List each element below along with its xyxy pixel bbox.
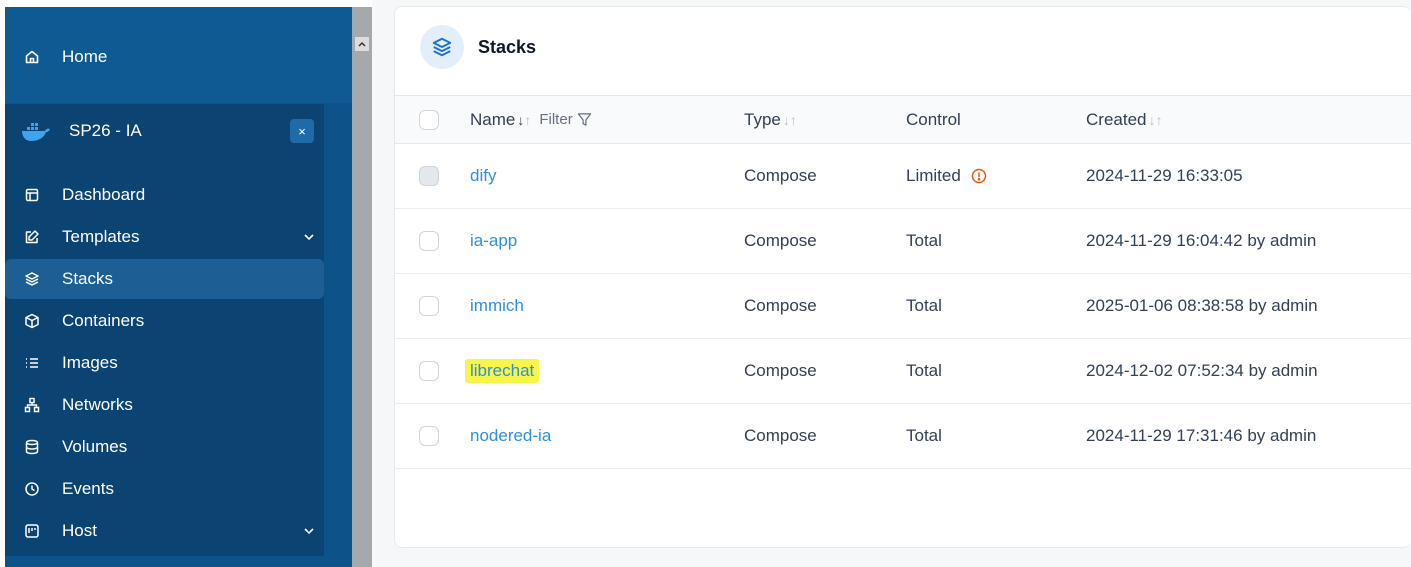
chevron-up-icon xyxy=(358,41,366,47)
table-row: ia-app Compose Total 2024-11-29 16:04:42… xyxy=(395,209,1411,274)
stacks-icon xyxy=(23,270,41,288)
page-title: Stacks xyxy=(478,36,537,57)
environment-panel: SP26 - IA × Dashboard Templates Stacks C… xyxy=(5,104,324,556)
sidebar-item-label: Images xyxy=(62,353,118,372)
sidebar-item-containers[interactable]: Containers xyxy=(5,301,324,341)
stack-control: Limited xyxy=(906,166,961,185)
stack-type: Compose xyxy=(744,166,817,185)
sidebar-item-label: Stacks xyxy=(62,269,114,288)
sidebar-item-label: Templates xyxy=(62,227,140,246)
images-icon xyxy=(23,354,41,372)
sort-icon: ↓↑ xyxy=(1148,111,1163,128)
sidebar-item-stacks[interactable]: Stacks xyxy=(5,259,324,299)
containers-icon xyxy=(23,312,41,330)
sidebar-scrollbar[interactable] xyxy=(352,7,372,567)
events-icon xyxy=(23,480,41,498)
filter-icon xyxy=(577,113,591,126)
stacks-card: Stacks Name ↓↑ Filter Type ↓↑ Control Cr… xyxy=(394,6,1411,548)
stack-created: 2025-01-06 08:38:58 by admin xyxy=(1086,296,1318,315)
stack-control: Total xyxy=(906,361,942,380)
row-checkbox[interactable] xyxy=(419,296,439,316)
stack-name-link[interactable]: ia-app xyxy=(470,231,517,251)
sidebar-home-section: Home xyxy=(5,7,352,103)
name-filter-button[interactable]: Filter xyxy=(539,111,591,128)
column-header-name-label: Name xyxy=(470,109,516,129)
stack-type: Compose xyxy=(744,361,817,380)
sidebar-item-label: Host xyxy=(62,521,97,540)
column-header-control: Control xyxy=(906,96,961,143)
sort-icon: ↓↑ xyxy=(517,111,532,128)
column-header-control-label: Control xyxy=(906,109,961,129)
stack-name-link[interactable]: dify xyxy=(470,166,496,186)
row-checkbox[interactable] xyxy=(419,426,439,446)
sidebar-item-networks[interactable]: Networks xyxy=(5,385,324,425)
stack-control: Total xyxy=(906,426,942,445)
scrollbar-thumb[interactable] xyxy=(352,7,372,567)
close-icon: × xyxy=(298,123,306,139)
host-icon xyxy=(23,522,41,540)
sidebar-item-templates[interactable]: Templates xyxy=(5,217,324,257)
sidebar-item-volumes[interactable]: Volumes xyxy=(5,427,324,467)
card-header: Stacks xyxy=(420,24,536,70)
sort-icon: ↓↑ xyxy=(782,111,797,128)
stack-control: Total xyxy=(906,296,942,315)
environment-header: SP26 - IA × xyxy=(5,104,324,158)
dashboard-icon xyxy=(23,186,41,204)
sidebar-item-dashboard[interactable]: Dashboard xyxy=(5,175,324,215)
filter-label: Filter xyxy=(539,111,573,128)
sidebar-item-label: Networks xyxy=(62,395,133,414)
stacks-icon xyxy=(420,25,464,69)
row-checkbox[interactable] xyxy=(419,166,439,186)
stack-type: Compose xyxy=(744,426,817,445)
sidebar-item-label: Home xyxy=(62,47,108,66)
select-all-checkbox[interactable] xyxy=(419,109,439,130)
scroll-up-button[interactable] xyxy=(355,37,369,51)
table-row: librechat Compose Total 2024-12-02 07:52… xyxy=(395,339,1411,404)
stack-created: 2024-11-29 16:04:42 by admin xyxy=(1086,231,1317,250)
stack-type: Compose xyxy=(744,231,817,250)
table-row: dify Compose Limited 2024-11-29 16:33:05 xyxy=(395,144,1411,209)
table-row: nodered-ia Compose Total 2024-11-29 17:3… xyxy=(395,404,1411,469)
chevron-down-icon xyxy=(304,528,314,535)
volumes-icon xyxy=(23,438,41,456)
sidebar-item-home[interactable]: Home xyxy=(5,37,324,77)
stack-name-link[interactable]: librechat xyxy=(465,359,540,383)
row-checkbox[interactable] xyxy=(419,231,439,251)
sidebar-item-label: Containers xyxy=(62,311,145,330)
column-header-created[interactable]: Created ↓↑ xyxy=(1086,96,1162,143)
sidebar-item-label: Events xyxy=(62,479,114,498)
warning-icon[interactable] xyxy=(971,168,987,184)
column-header-type[interactable]: Type ↓↑ xyxy=(744,96,797,143)
sidebar-item-host[interactable]: Host xyxy=(5,511,324,551)
stack-name-link[interactable]: immich xyxy=(470,296,524,316)
table-header: Name ↓↑ Filter Type ↓↑ Control Created ↓… xyxy=(395,95,1411,144)
sidebar-item-label: Volumes xyxy=(62,437,128,456)
sidebar-item-label: Dashboard xyxy=(62,185,146,204)
stack-created: 2024-11-29 17:31:46 by admin xyxy=(1086,426,1317,445)
sidebar-item-images[interactable]: Images xyxy=(5,343,324,383)
stack-created: 2024-11-29 16:33:05 xyxy=(1086,166,1243,185)
networks-icon xyxy=(23,396,41,414)
column-header-name[interactable]: Name ↓↑ Filter xyxy=(470,96,592,143)
sidebar-item-events[interactable]: Events xyxy=(5,469,324,509)
templates-icon xyxy=(23,228,41,246)
environment-name: SP26 - IA xyxy=(69,121,142,140)
sidebar: Home SP26 - IA × Dashboard Templates Sta… xyxy=(5,7,372,567)
row-checkbox[interactable] xyxy=(419,361,439,381)
stack-type: Compose xyxy=(744,296,817,315)
stack-control: Total xyxy=(906,231,942,250)
column-header-created-label: Created xyxy=(1086,109,1147,129)
environment-close-button[interactable]: × xyxy=(290,119,314,143)
stack-name-link[interactable]: nodered-ia xyxy=(470,426,551,446)
stack-created: 2024-12-02 07:52:34 by admin xyxy=(1086,361,1318,380)
column-header-type-label: Type xyxy=(744,109,781,129)
chevron-down-icon xyxy=(304,234,314,241)
home-icon xyxy=(23,48,41,66)
table-row: immich Compose Total 2025-01-06 08:38:58… xyxy=(395,274,1411,339)
docker-icon xyxy=(22,123,50,141)
